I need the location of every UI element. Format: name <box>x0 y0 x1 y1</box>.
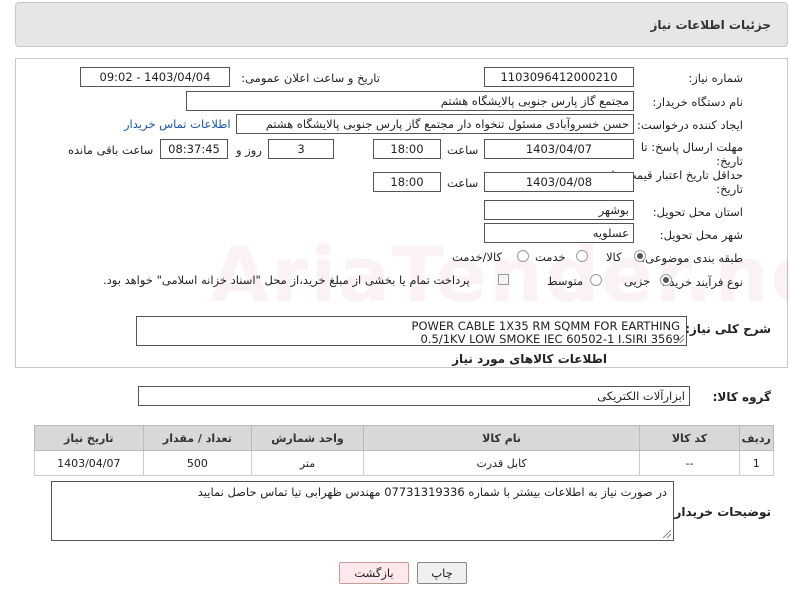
category-option-goods: کالا <box>606 250 622 264</box>
col-code: کد کالا <box>639 425 740 451</box>
creator-field[interactable]: حسن خسروآبادی مسئول تنخواه دار مجتمع گاز… <box>236 114 634 134</box>
col-name: نام کالا <box>362 425 641 451</box>
price-time-field[interactable]: 18:00 <box>373 172 441 192</box>
col-unit: واحد شمارش <box>251 425 364 451</box>
need-number-label: شماره نیاز: <box>688 71 743 85</box>
goods-group-field[interactable]: ابزارآلات الکتریکی <box>138 386 690 406</box>
buyer-contact-link[interactable]: اطلاعات تماس خریدار <box>124 117 231 131</box>
treasury-note: پرداخت تمام یا بخشی از مبلغ خرید،از محل … <box>103 273 470 287</box>
price-time-label: ساعت <box>447 176 479 190</box>
buyer-notes-textarea[interactable]: در صورت نیاز به اطلاعات بیشتر با شماره 0… <box>51 481 674 541</box>
description-line-2: 0.5/1KV LOW SMOKE IEC 60502-1 I.SIRI 356… <box>420 332 680 346</box>
process-option-medium: متوسط <box>547 274 584 288</box>
goods-section-title: اطلاعات کالاهای مورد نیاز <box>452 352 607 366</box>
description-label: شرح کلی نیاز: <box>685 322 771 336</box>
city-label: شهر محل تحویل: <box>659 228 743 242</box>
header-panel: جزئیات اطلاعات نیاز <box>15 2 788 47</box>
resize-handle[interactable] <box>663 530 671 538</box>
remaining-time-field[interactable]: 08:37:45 <box>160 139 228 159</box>
print-button[interactable]: چاپ <box>417 562 467 584</box>
province-label: استان محل تحویل: <box>652 205 743 219</box>
reply-deadline-label: مهلت ارسال پاسخ: تا <box>640 140 743 154</box>
buyer-org-label: نام دستگاه خریدار: <box>652 95 743 109</box>
category-option-both: کالا/خدمت <box>452 250 503 264</box>
category-radio-both[interactable] <box>517 250 529 262</box>
goods-table-header: ردیف کد کالا نام کالا واحد شمارش تعداد /… <box>34 425 775 451</box>
process-radio-medium[interactable] <box>590 274 602 286</box>
reply-time-label: ساعت <box>447 143 479 157</box>
reply-deadline-label-2: تاریخ: <box>716 154 743 168</box>
buyer-notes-label: توضیحات خریدار: <box>669 505 771 519</box>
cell-code: -- <box>639 450 740 476</box>
category-option-service: خدمت <box>535 250 566 264</box>
category-radio-goods[interactable] <box>634 250 646 262</box>
reply-time-field[interactable]: 18:00 <box>373 139 441 159</box>
goods-group-label: گروه کالا: <box>712 390 771 404</box>
process-radio-minor[interactable] <box>660 274 672 286</box>
price-validity-label-2: تاریخ: <box>716 182 743 196</box>
price-date-field[interactable]: 1403/04/08 <box>484 172 634 192</box>
cell-name: کابل قدرت <box>362 450 641 476</box>
cell-unit: متر <box>251 450 364 476</box>
need-number-field[interactable]: 1103096412000210 <box>484 67 634 87</box>
page-title: جزئیات اطلاعات نیاز <box>650 18 771 32</box>
category-label: طبقه بندی موضوعی: <box>641 251 743 265</box>
announce-label: تاریخ و ساعت اعلان عمومی: <box>241 71 380 85</box>
buyer-org-field[interactable]: مجتمع گاز پارس جنوبی پالایشگاه هشتم <box>186 91 634 111</box>
goods-table: ردیف کد کالا نام کالا واحد شمارش تعداد /… <box>34 425 775 476</box>
days-label: روز و <box>236 143 262 157</box>
col-row: ردیف <box>738 425 775 451</box>
days-field[interactable]: 3 <box>268 139 334 159</box>
remaining-time-label: ساعت باقی مانده <box>68 143 154 157</box>
announce-field[interactable]: 1403/04/04 - 09:02 <box>80 67 230 87</box>
col-qty: تعداد / مقدار <box>142 425 253 451</box>
process-label: نوع فرآیند خرید : <box>661 275 743 289</box>
category-radio-service[interactable] <box>576 250 588 262</box>
city-field[interactable]: عسلویه <box>484 223 634 243</box>
creator-label: ایجاد کننده درخواست: <box>637 118 743 132</box>
reply-date-field[interactable]: 1403/04/07 <box>484 139 634 159</box>
process-option-minor: جزیی <box>624 274 651 288</box>
table-row[interactable]: 1 -- کابل قدرت متر 500 1403/04/07 <box>34 450 775 476</box>
province-field[interactable]: بوشهر <box>484 200 634 220</box>
cell-date: 1403/04/07 <box>34 450 144 476</box>
cell-qty: 500 <box>142 450 253 476</box>
cell-row: 1 <box>738 450 775 476</box>
buyer-notes-text: در صورت نیاز به اطلاعات بیشتر با شماره 0… <box>197 485 667 499</box>
resize-handle[interactable] <box>676 335 684 343</box>
description-textarea[interactable]: POWER CABLE 1X35 RM SQMM FOR EARTHING 0.… <box>136 316 687 346</box>
treasury-checkbox[interactable] <box>498 274 509 285</box>
col-date: تاریخ نیاز <box>34 425 144 451</box>
back-button[interactable]: بازگشت <box>339 562 409 584</box>
